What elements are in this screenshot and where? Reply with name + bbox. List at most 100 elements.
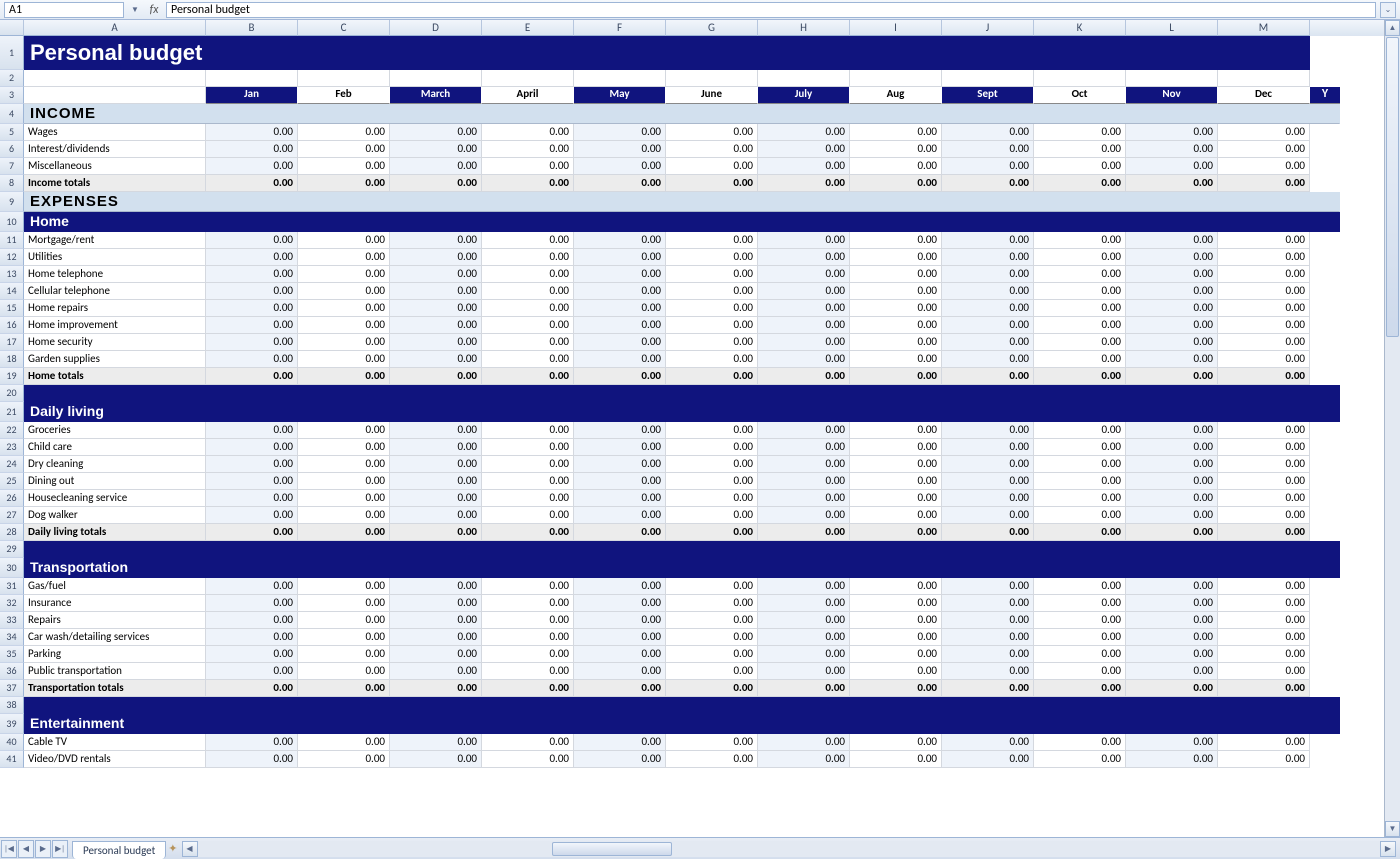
cell[interactable]	[850, 70, 942, 87]
month-header[interactable]: May	[574, 87, 666, 104]
data-cell[interactable]: 0.00	[482, 368, 574, 385]
data-cell[interactable]: 0.00	[1034, 283, 1126, 300]
data-cell[interactable]: 0.00	[1218, 439, 1310, 456]
data-cell[interactable]: 0.00	[1126, 141, 1218, 158]
column-header[interactable]: J	[942, 20, 1034, 36]
data-cell[interactable]: 0.00	[666, 141, 758, 158]
row-header[interactable]: 33	[0, 612, 24, 629]
data-cell[interactable]: 0.00	[850, 317, 942, 334]
data-cell[interactable]: 0.00	[666, 751, 758, 768]
row-header[interactable]: 35	[0, 646, 24, 663]
data-cell[interactable]: 0.00	[942, 317, 1034, 334]
row-header[interactable]: 26	[0, 490, 24, 507]
data-cell[interactable]: 0.00	[206, 680, 298, 697]
data-cell[interactable]: 0.00	[298, 351, 390, 368]
column-header[interactable]: D	[390, 20, 482, 36]
data-cell[interactable]: 0.00	[298, 524, 390, 541]
data-cell[interactable]: 0.00	[666, 249, 758, 266]
data-cell[interactable]: 0.00	[390, 439, 482, 456]
data-cell[interactable]: 0.00	[1126, 300, 1218, 317]
data-cell[interactable]: 0.00	[574, 158, 666, 175]
data-cell[interactable]: 0.00	[758, 595, 850, 612]
data-cell[interactable]: 0.00	[666, 524, 758, 541]
row-label[interactable]: Groceries	[24, 422, 206, 439]
data-cell[interactable]: 0.00	[298, 141, 390, 158]
data-cell[interactable]: 0.00	[758, 473, 850, 490]
data-cell[interactable]: 0.00	[942, 141, 1034, 158]
row-label[interactable]: Home repairs	[24, 300, 206, 317]
data-cell[interactable]: 0.00	[850, 232, 942, 249]
data-cell[interactable]: 0.00	[1126, 249, 1218, 266]
row-header[interactable]: 39	[0, 714, 24, 734]
spreadsheet-grid[interactable]: ABCDEFGHIJKLM 1Personal budget23JanFebMa…	[0, 20, 1384, 837]
column-header[interactable]: G	[666, 20, 758, 36]
data-cell[interactable]: 0.00	[758, 751, 850, 768]
row-label[interactable]: Dry cleaning	[24, 456, 206, 473]
data-cell[interactable]: 0.00	[1126, 232, 1218, 249]
data-cell[interactable]: 0.00	[298, 232, 390, 249]
data-cell[interactable]: 0.00	[298, 317, 390, 334]
data-cell[interactable]: 0.00	[1034, 663, 1126, 680]
data-cell[interactable]: 0.00	[390, 578, 482, 595]
data-cell[interactable]: 0.00	[206, 249, 298, 266]
data-cell[interactable]: 0.00	[1126, 158, 1218, 175]
data-cell[interactable]: 0.00	[758, 524, 850, 541]
data-cell[interactable]: 0.00	[298, 283, 390, 300]
data-cell[interactable]: 0.00	[390, 751, 482, 768]
row-header[interactable]: 1	[0, 36, 24, 70]
data-cell[interactable]: 0.00	[206, 473, 298, 490]
data-cell[interactable]: 0.00	[574, 422, 666, 439]
data-cell[interactable]: 0.00	[942, 283, 1034, 300]
row-header[interactable]: 41	[0, 751, 24, 768]
month-header[interactable]: July	[758, 87, 850, 104]
data-cell[interactable]: 0.00	[390, 351, 482, 368]
data-cell[interactable]: 0.00	[482, 317, 574, 334]
month-header[interactable]: Dec	[1218, 87, 1310, 104]
data-cell[interactable]: 0.00	[1126, 507, 1218, 524]
row-header[interactable]: 21	[0, 402, 24, 422]
data-cell[interactable]: 0.00	[1034, 507, 1126, 524]
data-cell[interactable]: 0.00	[1034, 629, 1126, 646]
data-cell[interactable]: 0.00	[1034, 422, 1126, 439]
data-cell[interactable]: 0.00	[942, 646, 1034, 663]
row-label[interactable]: Home totals	[24, 368, 206, 385]
data-cell[interactable]: 0.00	[942, 439, 1034, 456]
data-cell[interactable]: 0.00	[1218, 141, 1310, 158]
row-header[interactable]: 25	[0, 473, 24, 490]
data-cell[interactable]: 0.00	[482, 456, 574, 473]
data-cell[interactable]: 0.00	[1126, 368, 1218, 385]
data-cell[interactable]: 0.00	[574, 124, 666, 141]
data-cell[interactable]: 0.00	[942, 751, 1034, 768]
formula-input[interactable]: Personal budget	[166, 2, 1376, 18]
row-label[interactable]: Child care	[24, 439, 206, 456]
data-cell[interactable]: 0.00	[298, 334, 390, 351]
data-cell[interactable]: 0.00	[666, 578, 758, 595]
data-cell[interactable]: 0.00	[758, 578, 850, 595]
data-cell[interactable]: 0.00	[1218, 317, 1310, 334]
data-cell[interactable]: 0.00	[482, 124, 574, 141]
row-header[interactable]: 13	[0, 266, 24, 283]
data-cell[interactable]: 0.00	[1218, 680, 1310, 697]
row-label[interactable]: Wages	[24, 124, 206, 141]
row-header[interactable]: 8	[0, 175, 24, 192]
data-cell[interactable]: 0.00	[758, 266, 850, 283]
data-cell[interactable]: 0.00	[390, 490, 482, 507]
row-header[interactable]: 30	[0, 558, 24, 578]
month-header[interactable]: April	[482, 87, 574, 104]
data-cell[interactable]: 0.00	[1034, 595, 1126, 612]
data-cell[interactable]: 0.00	[206, 124, 298, 141]
row-label[interactable]: Home security	[24, 334, 206, 351]
data-cell[interactable]: 0.00	[758, 507, 850, 524]
data-cell[interactable]: 0.00	[666, 680, 758, 697]
data-cell[interactable]: 0.00	[758, 317, 850, 334]
data-cell[interactable]: 0.00	[298, 368, 390, 385]
data-cell[interactable]: 0.00	[850, 646, 942, 663]
data-cell[interactable]: 0.00	[574, 490, 666, 507]
tab-prev-icon[interactable]: ◀	[18, 840, 34, 858]
data-cell[interactable]: 0.00	[390, 249, 482, 266]
data-cell[interactable]: 0.00	[1218, 124, 1310, 141]
data-cell[interactable]: 0.00	[482, 507, 574, 524]
data-cell[interactable]: 0.00	[850, 524, 942, 541]
data-cell[interactable]: 0.00	[1126, 175, 1218, 192]
data-cell[interactable]: 0.00	[942, 473, 1034, 490]
